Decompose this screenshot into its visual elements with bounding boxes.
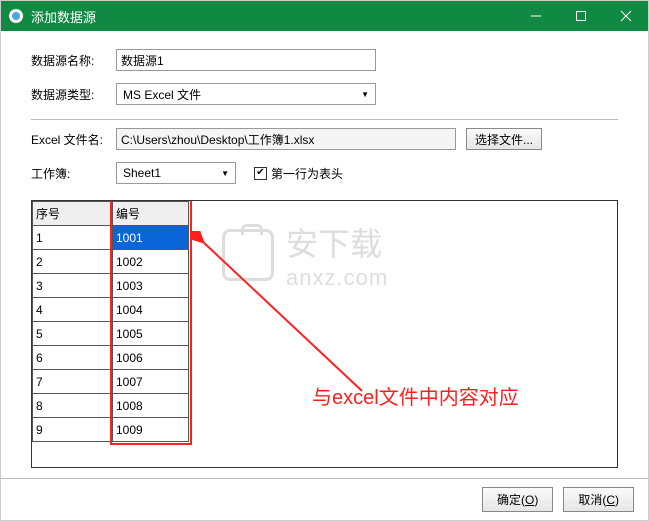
annotation-text: 与excel文件中内容对应 xyxy=(312,381,519,410)
col-header-seq[interactable]: 序号 xyxy=(33,202,113,226)
dialog-window: 添加数据源 数据源名称: 数据源类型: MS Excel 文件 ▼ Excel … xyxy=(0,0,649,521)
minimize-button[interactable] xyxy=(513,1,558,31)
table-row[interactable]: 21002 xyxy=(33,250,189,274)
table-row[interactable]: 51005 xyxy=(33,322,189,346)
titlebar-title: 添加数据源 xyxy=(31,7,513,26)
file-label: Excel 文件名: xyxy=(31,131,116,148)
cell-seq: 2 xyxy=(33,250,113,274)
table-area: 序号 编号 1100121002310034100451005610067100… xyxy=(31,200,618,468)
table-row[interactable]: 41004 xyxy=(33,298,189,322)
cell-seq: 8 xyxy=(33,394,113,418)
separator xyxy=(31,119,618,120)
close-button[interactable] xyxy=(603,1,648,31)
cell-num: 1009 xyxy=(113,418,189,442)
sheet-label: 工作簿: xyxy=(31,165,116,182)
arrow-annotation xyxy=(192,231,372,401)
cancel-label: 取消( xyxy=(578,493,606,507)
cell-num: 1005 xyxy=(113,322,189,346)
table-row[interactable]: 11001 xyxy=(33,226,189,250)
table-row[interactable]: 91009 xyxy=(33,418,189,442)
cell-num: 1004 xyxy=(113,298,189,322)
footer: 确定(O) 取消(C) xyxy=(1,478,648,520)
checkbox-icon: ✔ xyxy=(254,167,267,180)
browse-button[interactable]: 选择文件... xyxy=(466,128,542,150)
cell-num: 1008 xyxy=(113,394,189,418)
cancel-suffix: ) xyxy=(615,493,619,507)
content-area: 数据源名称: 数据源类型: MS Excel 文件 ▼ Excel 文件名: 选… xyxy=(1,31,648,478)
cell-seq: 6 xyxy=(33,346,113,370)
cell-seq: 5 xyxy=(33,322,113,346)
ok-suffix: ) xyxy=(534,493,538,507)
type-combo[interactable]: MS Excel 文件 ▼ xyxy=(116,83,376,105)
cell-num: 1002 xyxy=(113,250,189,274)
ok-label: 确定( xyxy=(497,493,525,507)
cancel-button[interactable]: 取消(C) xyxy=(563,487,634,512)
type-value: MS Excel 文件 xyxy=(123,86,201,103)
caret-down-icon: ▼ xyxy=(221,169,229,178)
watermark-text1: 安下载 xyxy=(286,219,388,265)
cell-seq: 7 xyxy=(33,370,113,394)
cell-seq: 3 xyxy=(33,274,113,298)
sheet-value: Sheet1 xyxy=(123,166,161,180)
name-input[interactable] xyxy=(116,49,376,71)
data-table[interactable]: 序号 编号 1100121002310034100451005610067100… xyxy=(32,201,189,442)
header-checkbox[interactable]: ✔ 第一行为表头 xyxy=(254,165,343,182)
app-icon xyxy=(9,9,23,23)
table-row[interactable]: 61006 xyxy=(33,346,189,370)
ok-key: O xyxy=(525,493,534,507)
watermark-text2: anxz.com xyxy=(286,265,388,291)
caret-down-icon: ▼ xyxy=(361,90,369,99)
cell-num: 1006 xyxy=(113,346,189,370)
cell-seq: 4 xyxy=(33,298,113,322)
cell-num: 1001 xyxy=(113,226,189,250)
cell-seq: 9 xyxy=(33,418,113,442)
cell-num: 1003 xyxy=(113,274,189,298)
header-checkbox-label: 第一行为表头 xyxy=(271,165,343,182)
row-sheet: 工作簿: Sheet1 ▼ ✔ 第一行为表头 xyxy=(31,162,618,184)
titlebar-controls xyxy=(513,1,648,31)
row-name: 数据源名称: xyxy=(31,49,618,71)
name-label: 数据源名称: xyxy=(31,52,116,69)
table-row[interactable]: 71007 xyxy=(33,370,189,394)
cell-seq: 1 xyxy=(33,226,113,250)
row-type: 数据源类型: MS Excel 文件 ▼ xyxy=(31,83,618,105)
row-file: Excel 文件名: 选择文件... xyxy=(31,128,618,150)
table-header-row: 序号 编号 xyxy=(33,202,189,226)
sheet-combo[interactable]: Sheet1 ▼ xyxy=(116,162,236,184)
file-input[interactable] xyxy=(116,128,456,150)
cell-num: 1007 xyxy=(113,370,189,394)
titlebar: 添加数据源 xyxy=(1,1,648,31)
maximize-button[interactable] xyxy=(558,1,603,31)
watermark: 安下载 anxz.com xyxy=(222,219,388,291)
table-row[interactable]: 31003 xyxy=(33,274,189,298)
type-label: 数据源类型: xyxy=(31,86,116,103)
ok-button[interactable]: 确定(O) xyxy=(482,487,553,512)
lock-icon xyxy=(222,229,274,281)
table-row[interactable]: 81008 xyxy=(33,394,189,418)
col-header-num[interactable]: 编号 xyxy=(113,202,189,226)
cancel-key: C xyxy=(606,493,615,507)
